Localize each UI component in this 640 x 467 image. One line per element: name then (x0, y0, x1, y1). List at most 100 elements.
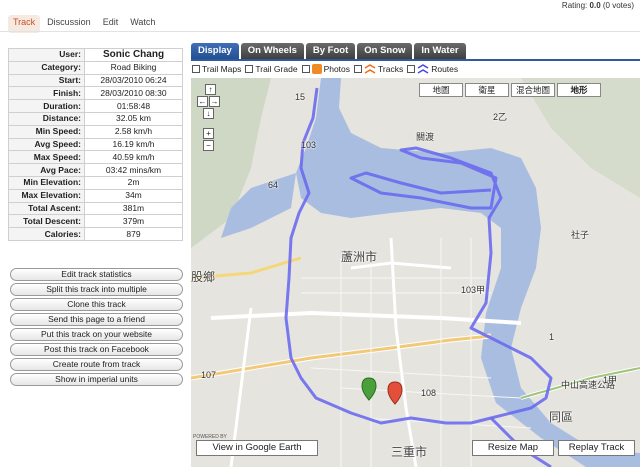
stat-key: Calories: (8, 227, 85, 241)
stat-row: Start: 28/03/2010 06:24 (8, 73, 183, 88)
stat-row: Max Elevation: 34m (8, 188, 183, 203)
stat-key: User: (8, 48, 85, 62)
stat-value: 2.58 km/h (84, 124, 183, 139)
embed-on-website-button[interactable]: Put this track on your website (10, 328, 183, 341)
track-stats-table: User: Sonic Chang Category: Road Biking St… (8, 48, 183, 241)
stat-key: Distance: (8, 111, 85, 126)
road-badge-107: 107 (201, 370, 217, 380)
stat-value: 32.05 km (84, 111, 183, 126)
map-tab-on-wheels[interactable]: On Wheels (240, 43, 304, 59)
stat-value: 2m (84, 175, 183, 190)
zoom-in-icon[interactable]: + (203, 128, 214, 139)
pan-right-icon[interactable]: → (209, 96, 220, 107)
stat-key: Avg Pace: (8, 163, 85, 177)
stat-value: 34m (84, 188, 183, 203)
stat-key: Min Elevation: (8, 175, 85, 190)
camera-icon (311, 64, 322, 74)
track-map[interactable]: ↑ ← → ↓ + − 地圖 衛星 混合地圖 地形 蘆洲市 三重市 股鄉 同區 … (191, 78, 640, 467)
stat-row: Category: Road Biking (8, 60, 183, 75)
road-badge-15: 15 (295, 92, 306, 102)
checkbox-icon[interactable] (354, 65, 363, 73)
stat-value: 03:42 mins/km (84, 163, 183, 177)
imperial-units-button[interactable]: Show in imperial units (10, 373, 183, 386)
stat-row: User: Sonic Chang (8, 48, 183, 62)
layer-trail-maps[interactable]: Trail Maps (192, 64, 241, 74)
stat-row: Min Speed: 2.58 km/h (8, 124, 183, 139)
stat-row: Avg Speed: 16.19 km/h (8, 137, 183, 152)
map-tabs: Display On Wheels By Foot On Snow In Wat… (191, 43, 466, 59)
stat-value: 381m (84, 201, 183, 216)
stat-value: 01:58:48 (84, 99, 183, 113)
create-route-button[interactable]: Create route from track (10, 358, 183, 371)
map-tab-by-foot[interactable]: By Foot (305, 43, 356, 59)
stat-key: Min Speed: (8, 124, 85, 139)
stat-key: Total Descent: (8, 214, 85, 229)
divider (0, 31, 640, 32)
stat-key: Total Ascent: (8, 201, 85, 216)
layer-label: Trail Maps (202, 64, 242, 74)
road-badge-1: 1 (549, 332, 555, 342)
map-label-guandu: 關渡 (416, 132, 435, 142)
road-badge-2z: 2乙 (493, 112, 508, 122)
stat-key: Avg Speed: (8, 137, 85, 152)
layer-routes[interactable]: Routes (407, 63, 459, 75)
layer-photos[interactable]: Photos (301, 64, 350, 74)
tracks-icon (364, 63, 376, 74)
pan-up-icon[interactable]: ↑ (205, 84, 216, 95)
map-type-map[interactable]: 地圖 (419, 83, 463, 97)
map-type-terrain[interactable]: 地形 (557, 83, 602, 97)
split-track-button[interactable]: Split this track into multiple (10, 283, 183, 296)
stat-row: Calories: 879 (8, 227, 183, 241)
stat-key: Max Speed: (8, 150, 85, 165)
checkbox-icon[interactable] (192, 65, 200, 73)
checkbox-icon[interactable] (245, 65, 254, 73)
pan-down-icon[interactable]: ↓ (203, 108, 214, 119)
checkbox-icon[interactable] (407, 65, 416, 73)
stat-row: Distance: 32.05 km (8, 111, 183, 126)
replay-track-button[interactable]: Replay Track (558, 440, 635, 456)
send-to-friend-button[interactable]: Send this page to a friend (10, 313, 183, 326)
stat-value: 28/03/2010 06:24 (84, 73, 183, 88)
map-label-wugu: 股鄉 (191, 270, 216, 284)
map-label-sanchong: 三重市 (391, 445, 428, 459)
road-badge-103: 103 (301, 140, 317, 150)
resize-map-button[interactable]: Resize Map (472, 440, 554, 456)
map-type-satellite[interactable]: 衛星 (465, 83, 509, 97)
rating-label: Rating: (561, 1, 588, 10)
routes-icon (417, 63, 429, 74)
post-to-facebook-button[interactable]: Post this track on Facebook (10, 343, 183, 356)
stat-value: 379m (84, 214, 183, 229)
stat-value: 16.19 km/h (84, 137, 183, 152)
stat-row: Duration: 01:58:48 (8, 99, 183, 113)
clone-track-button[interactable]: Clone this track (10, 298, 183, 311)
layer-label: Tracks (378, 64, 404, 74)
road-badge-64: 64 (268, 180, 279, 190)
map-type-hybrid[interactable]: 混合地圖 (511, 83, 556, 97)
map-label-datong: 同區 (549, 410, 574, 424)
map-tab-underline (191, 59, 640, 61)
zoom-out-icon[interactable]: − (203, 140, 214, 151)
map-label-luzhou: 蘆洲市 (341, 250, 378, 264)
road-badge-103a: 103甲 (461, 285, 486, 295)
stat-value: 879 (84, 227, 183, 241)
map-tab-on-snow[interactable]: On Snow (357, 43, 413, 59)
layer-tracks[interactable]: Tracks (354, 63, 404, 75)
map-type-selector: 地圖 衛星 混合地圖 地形 (419, 83, 602, 97)
layer-label: Trail Grade (255, 64, 298, 74)
rating-value: 0.0 (589, 1, 601, 10)
stat-row: Finish: 28/03/2010 08:30 (8, 86, 183, 101)
stat-row: Min Elevation: 2m (8, 175, 183, 190)
map-tab-in-water[interactable]: In Water (414, 43, 466, 59)
map-tab-display[interactable]: Display (191, 43, 239, 59)
layer-label: Routes (431, 64, 459, 74)
pan-left-icon[interactable]: ← (197, 96, 208, 107)
stat-value[interactable]: Sonic Chang (84, 48, 183, 62)
stat-row: Total Ascent: 381m (8, 201, 183, 216)
checkbox-icon[interactable] (301, 65, 310, 73)
stat-key: Duration: (8, 99, 85, 113)
edit-track-statistics-button[interactable]: Edit track statistics (10, 268, 183, 281)
layer-trail-grade[interactable]: Trail Grade (245, 64, 298, 74)
track-actions: Edit track statistics Split this track i… (10, 268, 183, 386)
view-in-google-earth-button[interactable]: View in Google Earth (196, 440, 318, 456)
stat-key: Start: (8, 73, 85, 88)
